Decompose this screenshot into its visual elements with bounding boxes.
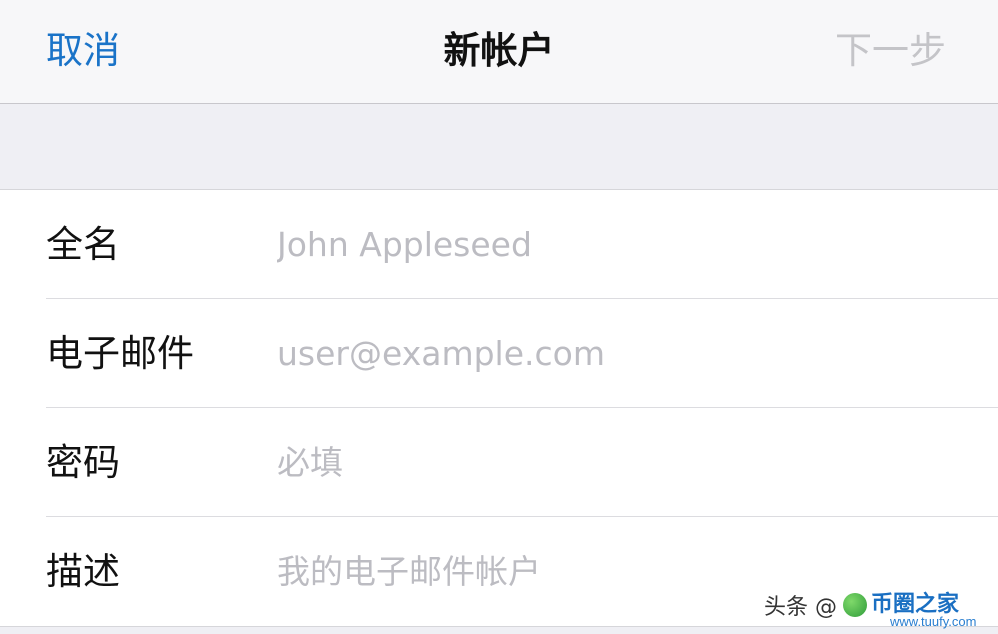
section-header-spacer bbox=[0, 104, 998, 190]
full-name-label: 全名 bbox=[46, 223, 120, 266]
bottom-spacer bbox=[0, 626, 998, 634]
description-label: 描述 bbox=[46, 550, 120, 593]
full-name-input[interactable] bbox=[277, 212, 957, 276]
navigation-bar: 取消 新帐户 下一步 bbox=[0, 0, 998, 104]
password-input[interactable] bbox=[277, 430, 957, 494]
email-row: 电子邮件 bbox=[0, 299, 998, 408]
watermark-brand: 币圈之家 bbox=[871, 592, 960, 617]
email-label: 电子邮件 bbox=[46, 332, 194, 375]
watermark-prefix: 头条 @ bbox=[764, 595, 837, 620]
password-row: 密码 bbox=[0, 408, 998, 517]
account-form: 全名 电子邮件 密码 描述 bbox=[0, 190, 998, 626]
next-button[interactable]: 下一步 bbox=[835, 27, 946, 75]
full-name-row: 全名 bbox=[0, 190, 998, 299]
password-label: 密码 bbox=[46, 441, 120, 484]
leaf-logo-icon bbox=[843, 593, 867, 617]
watermark-url: www.tuufy.com bbox=[890, 614, 977, 629]
email-input[interactable] bbox=[277, 321, 957, 385]
